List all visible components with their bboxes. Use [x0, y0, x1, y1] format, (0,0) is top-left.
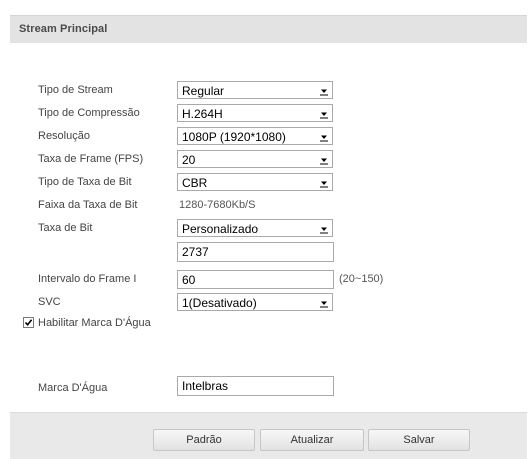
frame-rate-label: Taxa de Frame (FPS) — [38, 153, 144, 165]
bit-rate-range-label: Faixa da Taxa de Bit — [38, 199, 138, 211]
i-frame-interval-label: Intervalo do Frame I — [38, 273, 137, 285]
svc-select[interactable]: 1(Desativado) — [177, 293, 333, 311]
save-button[interactable]: Salvar — [368, 429, 470, 451]
default-button[interactable]: Padrão — [153, 429, 255, 451]
video-settings-panel: Stream Principal Tipo de Stream Regular … — [0, 0, 529, 459]
frame-rate-select[interactable]: 20 — [177, 150, 333, 168]
bit-rate-value: Personalizado — [182, 222, 259, 236]
dropdown-arrow-icon[interactable] — [318, 107, 330, 119]
dropdown-arrow-icon[interactable] — [318, 296, 330, 308]
compression-select[interactable]: H.264H — [177, 104, 333, 122]
dropdown-arrow-icon[interactable] — [318, 130, 330, 142]
svc-label: SVC — [38, 296, 61, 308]
watermark-enable-checkbox[interactable] — [23, 317, 34, 328]
bit-rate-custom-value: 2737 — [182, 245, 209, 259]
stream-type-value: Regular — [182, 84, 225, 98]
frame-rate-value: 20 — [182, 153, 196, 167]
dropdown-arrow-icon[interactable] — [318, 84, 330, 96]
dropdown-arrow-icon[interactable] — [318, 176, 330, 188]
compression-label: Tipo de Compressão — [38, 107, 140, 119]
dropdown-arrow-icon[interactable] — [318, 222, 330, 234]
watermark-value: Intelbras — [182, 379, 229, 393]
section-header: Stream Principal — [10, 15, 527, 43]
bit-rate-type-label: Tipo de Taxa de Bit — [38, 176, 132, 188]
refresh-button[interactable]: Atualizar — [260, 429, 364, 451]
i-frame-interval-hint: (20~150) — [339, 273, 384, 285]
stream-type-select[interactable]: Regular — [177, 81, 333, 99]
resolution-label: Resolução — [38, 130, 90, 142]
resolution-select[interactable]: 1080P (1920*1080) — [177, 127, 333, 145]
dropdown-arrow-icon[interactable] — [318, 153, 330, 165]
bit-rate-label: Taxa de Bit — [38, 222, 93, 234]
watermark-enable-label: Habilitar Marca D'Água — [38, 317, 151, 329]
checkmark-icon — [24, 319, 33, 327]
bit-rate-range-value: 1280-7680Kb/S — [179, 199, 256, 211]
bit-rate-custom-input[interactable]: 2737 — [177, 242, 334, 262]
i-frame-interval-input[interactable]: 60 — [177, 270, 334, 289]
bit-rate-select[interactable]: Personalizado — [177, 219, 333, 237]
stream-type-label: Tipo de Stream — [38, 84, 113, 96]
svc-value: 1(Desativado) — [182, 296, 257, 310]
watermark-label: Marca D'Água — [38, 382, 108, 394]
bit-rate-type-select[interactable]: CBR — [177, 173, 333, 191]
i-frame-interval-value: 60 — [182, 273, 196, 287]
watermark-input[interactable]: Intelbras — [177, 376, 334, 396]
resolution-value: 1080P (1920*1080) — [182, 130, 286, 144]
compression-value: H.264H — [182, 107, 223, 121]
section-title: Stream Principal — [19, 23, 108, 35]
bit-rate-type-value: CBR — [182, 176, 208, 190]
